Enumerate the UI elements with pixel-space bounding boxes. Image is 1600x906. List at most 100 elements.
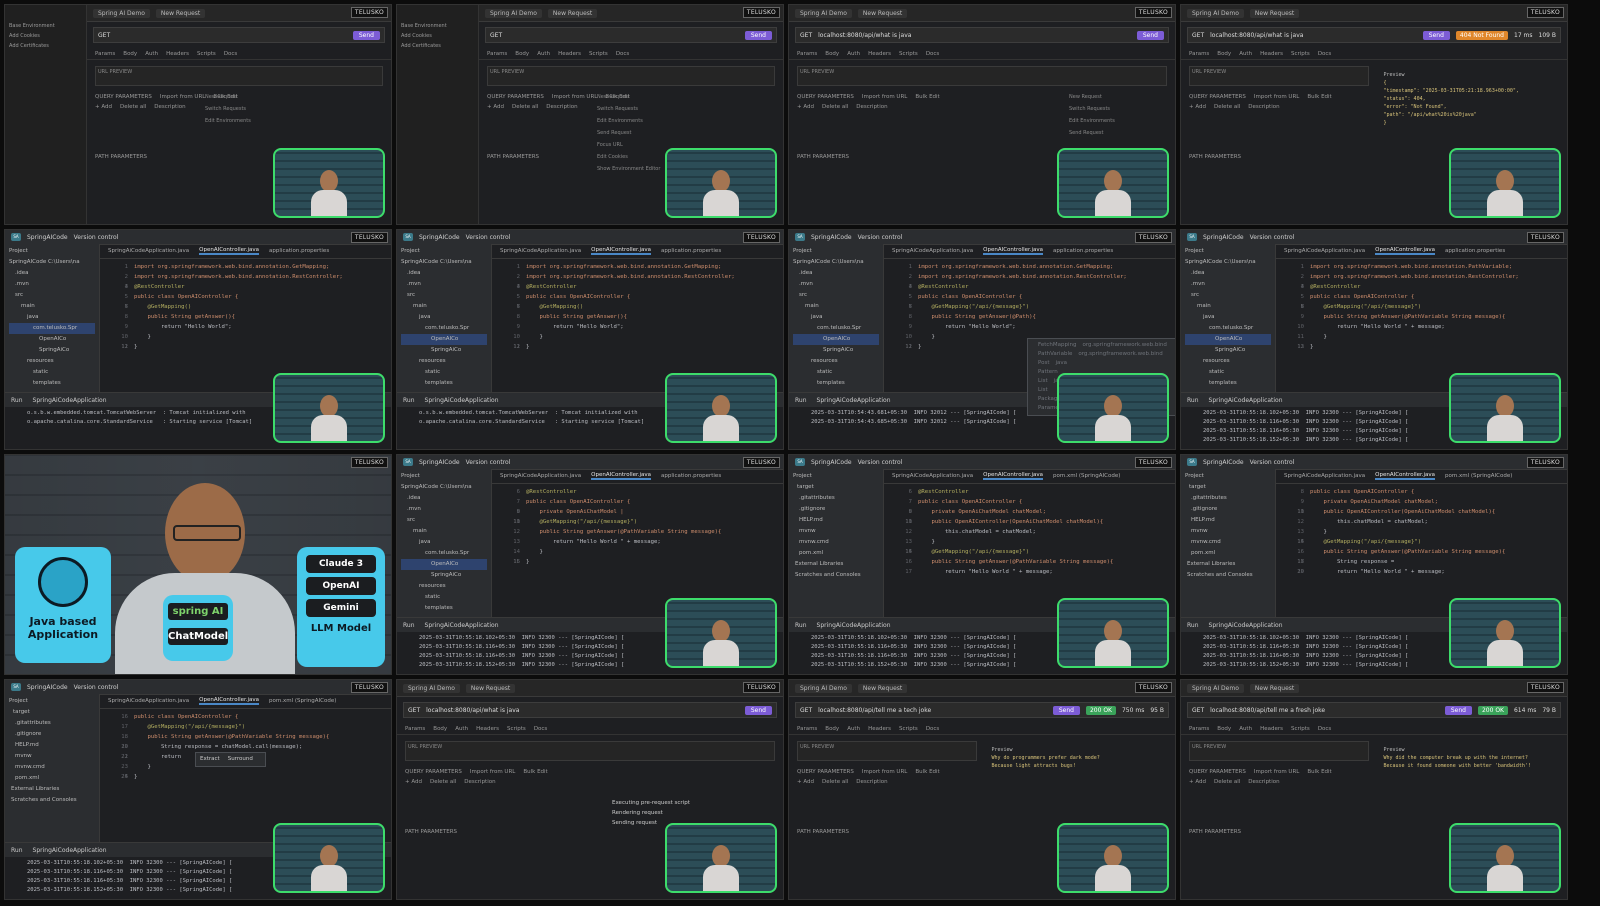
add-param-button[interactable]: + Add <box>1189 779 1206 785</box>
send-button[interactable]: Send <box>1136 30 1164 40</box>
subtab-1[interactable]: Body <box>433 726 447 732</box>
sidebar-item[interactable]: Add Cookies <box>401 33 474 39</box>
tree-node[interactable]: templates <box>401 378 487 389</box>
tree-node[interactable]: SpringAiCo <box>9 345 95 356</box>
tree-node[interactable]: src <box>401 290 487 301</box>
add-param-button[interactable]: + Add <box>405 779 422 785</box>
sidebar-item[interactable]: Base Environment <box>9 23 82 29</box>
editor-tab-2[interactable]: application.properties <box>269 248 329 254</box>
version-control-menu[interactable]: Version control <box>858 234 903 241</box>
sidebar-item[interactable]: Add Certificates <box>9 43 82 49</box>
tree-node[interactable]: .idea <box>401 268 487 279</box>
subtab-5[interactable]: Docs <box>1318 726 1332 732</box>
intention-action[interactable]: Surround <box>228 756 253 762</box>
tree-node[interactable]: resources <box>401 356 487 367</box>
tree-node[interactable]: java <box>9 312 95 323</box>
tree-node[interactable]: SpringAICode C:\Users\na <box>9 257 95 268</box>
editor-tab-1[interactable]: OpenAIController.java <box>591 472 652 480</box>
tree-node[interactable]: pom.xml <box>9 773 95 784</box>
add-param-button[interactable]: + Add <box>797 779 814 785</box>
project-name[interactable]: SpringAICode <box>27 684 68 691</box>
tree-node[interactable]: com.telusko.Spr <box>9 323 95 334</box>
project-name[interactable]: SpringAICode <box>27 234 68 241</box>
send-button[interactable]: Send <box>1422 30 1450 40</box>
method-select[interactable]: GET <box>98 32 110 39</box>
editor-tab-2[interactable]: application.properties <box>1445 248 1505 254</box>
subtab-4[interactable]: Scripts <box>1291 51 1310 57</box>
tree-node[interactable]: main <box>401 301 487 312</box>
tree-node[interactable]: templates <box>1185 378 1271 389</box>
new-request-tab[interactable]: New Request <box>155 8 206 18</box>
subtab-3[interactable]: Headers <box>1260 51 1283 57</box>
send-button[interactable]: Send <box>1052 705 1080 715</box>
description-toggle[interactable]: Description <box>546 104 577 110</box>
send-button[interactable]: Send <box>744 30 772 40</box>
tree-node[interactable]: java <box>401 537 487 548</box>
method-select[interactable]: GET <box>800 707 812 714</box>
editor-tab-0[interactable]: SpringAiCodeApplication.java <box>1284 473 1365 479</box>
version-control-menu[interactable]: Version control <box>858 459 903 466</box>
delete-all-button[interactable]: Delete all <box>1214 104 1240 110</box>
import-from-url[interactable]: Import from URL <box>862 94 907 100</box>
subtab-0[interactable]: Params <box>1189 51 1209 57</box>
tree-node[interactable]: templates <box>793 378 879 389</box>
tree-node[interactable]: mvnw <box>793 526 879 537</box>
url-bar[interactable]: GET Send <box>485 27 777 43</box>
tree-node[interactable]: mvnw <box>9 751 95 762</box>
sidebar-item[interactable]: Base Environment <box>401 23 474 29</box>
url-input[interactable]: localhost:8080/api/what is java <box>818 32 911 39</box>
editor-tab-0[interactable]: SpringAiCodeApplication.java <box>500 473 581 479</box>
import-from-url[interactable]: Import from URL <box>1254 769 1299 775</box>
tree-node[interactable]: OpenAICo <box>1185 334 1271 345</box>
run-config-tab[interactable]: SpringAiCodeApplication <box>1209 622 1283 629</box>
tree-node[interactable]: src <box>793 290 879 301</box>
tree-node[interactable]: .gitignore <box>9 729 95 740</box>
delete-all-button[interactable]: Delete all <box>822 779 848 785</box>
tree-node[interactable]: OpenAICo <box>401 334 487 345</box>
thumb-ide-2-2[interactable]: TELUSKO SA SpringAICode Version control Spri… <box>788 454 1176 675</box>
tree-node[interactable]: resources <box>401 581 487 592</box>
autocomplete-item[interactable]: Post java <box>1032 359 1175 368</box>
subtab-3[interactable]: Headers <box>868 51 891 57</box>
url-bar[interactable]: GET localhost:8080/api/tell me a tech jok… <box>795 702 1169 718</box>
tree-node[interactable]: com.telusko.Spr <box>401 323 487 334</box>
project-name[interactable]: SpringAICode <box>419 459 460 466</box>
tree-node[interactable]: pom.xml <box>1185 548 1271 559</box>
tree-node[interactable]: Scratches and Consoles <box>1185 570 1271 581</box>
app-tab[interactable]: Spring AI Demo <box>485 8 542 18</box>
subtab-3[interactable]: Headers <box>476 726 499 732</box>
url-input[interactable]: localhost:8080/api/tell me a tech joke <box>818 707 931 714</box>
run-config-tab[interactable]: SpringAiCodeApplication <box>33 397 107 404</box>
tree-node[interactable]: SpringAICode C:\Users\na <box>401 482 487 493</box>
editor-tab-1[interactable]: OpenAIController.java <box>1375 247 1436 255</box>
subtab-2[interactable]: Auth <box>847 51 860 57</box>
method-select[interactable]: GET <box>800 32 812 39</box>
tree-node[interactable]: .mvn <box>793 279 879 290</box>
run-config-tab[interactable]: SpringAiCodeApplication <box>425 397 499 404</box>
bulk-edit-link[interactable]: Bulk Edit <box>915 94 939 100</box>
run-config-tab[interactable]: SpringAiCodeApplication <box>425 622 499 629</box>
editor-tab-1[interactable]: OpenAIController.java <box>983 247 1044 255</box>
tree-node[interactable]: main <box>793 301 879 312</box>
tree-node[interactable]: .gitattributes <box>9 718 95 729</box>
description-toggle[interactable]: Description <box>1248 104 1279 110</box>
sidebar-item[interactable]: Add Cookies <box>9 33 82 39</box>
add-param-button[interactable]: + Add <box>1189 104 1206 110</box>
tree-node[interactable]: target <box>793 482 879 493</box>
tree-node[interactable]: .mvn <box>9 279 95 290</box>
send-button[interactable]: Send <box>352 30 380 40</box>
subtab-0[interactable]: Params <box>405 726 425 732</box>
editor-tab-0[interactable]: SpringAiCodeApplication.java <box>892 248 973 254</box>
new-request-tab[interactable]: New Request <box>465 683 516 693</box>
subtab-4[interactable]: Scripts <box>899 51 918 57</box>
tree-node[interactable]: main <box>1185 301 1271 312</box>
bulk-edit-link[interactable]: Bulk Edit <box>915 769 939 775</box>
subtab-3[interactable]: Headers <box>868 726 891 732</box>
tree-node[interactable]: .mvn <box>1185 279 1271 290</box>
thumb-ide-0-3[interactable]: TELUSKO SA SpringAICode Version control Spri… <box>4 679 392 900</box>
sidebar-item[interactable]: Add Certificates <box>401 43 474 49</box>
import-from-url[interactable]: Import from URL <box>862 769 907 775</box>
thumb-postman-2-0[interactable]: TELUSKO Spring AI Demo New Request GET local… <box>788 4 1176 225</box>
editor-tab-1[interactable]: OpenAIController.java <box>199 247 260 255</box>
version-control-menu[interactable]: Version control <box>74 234 119 241</box>
